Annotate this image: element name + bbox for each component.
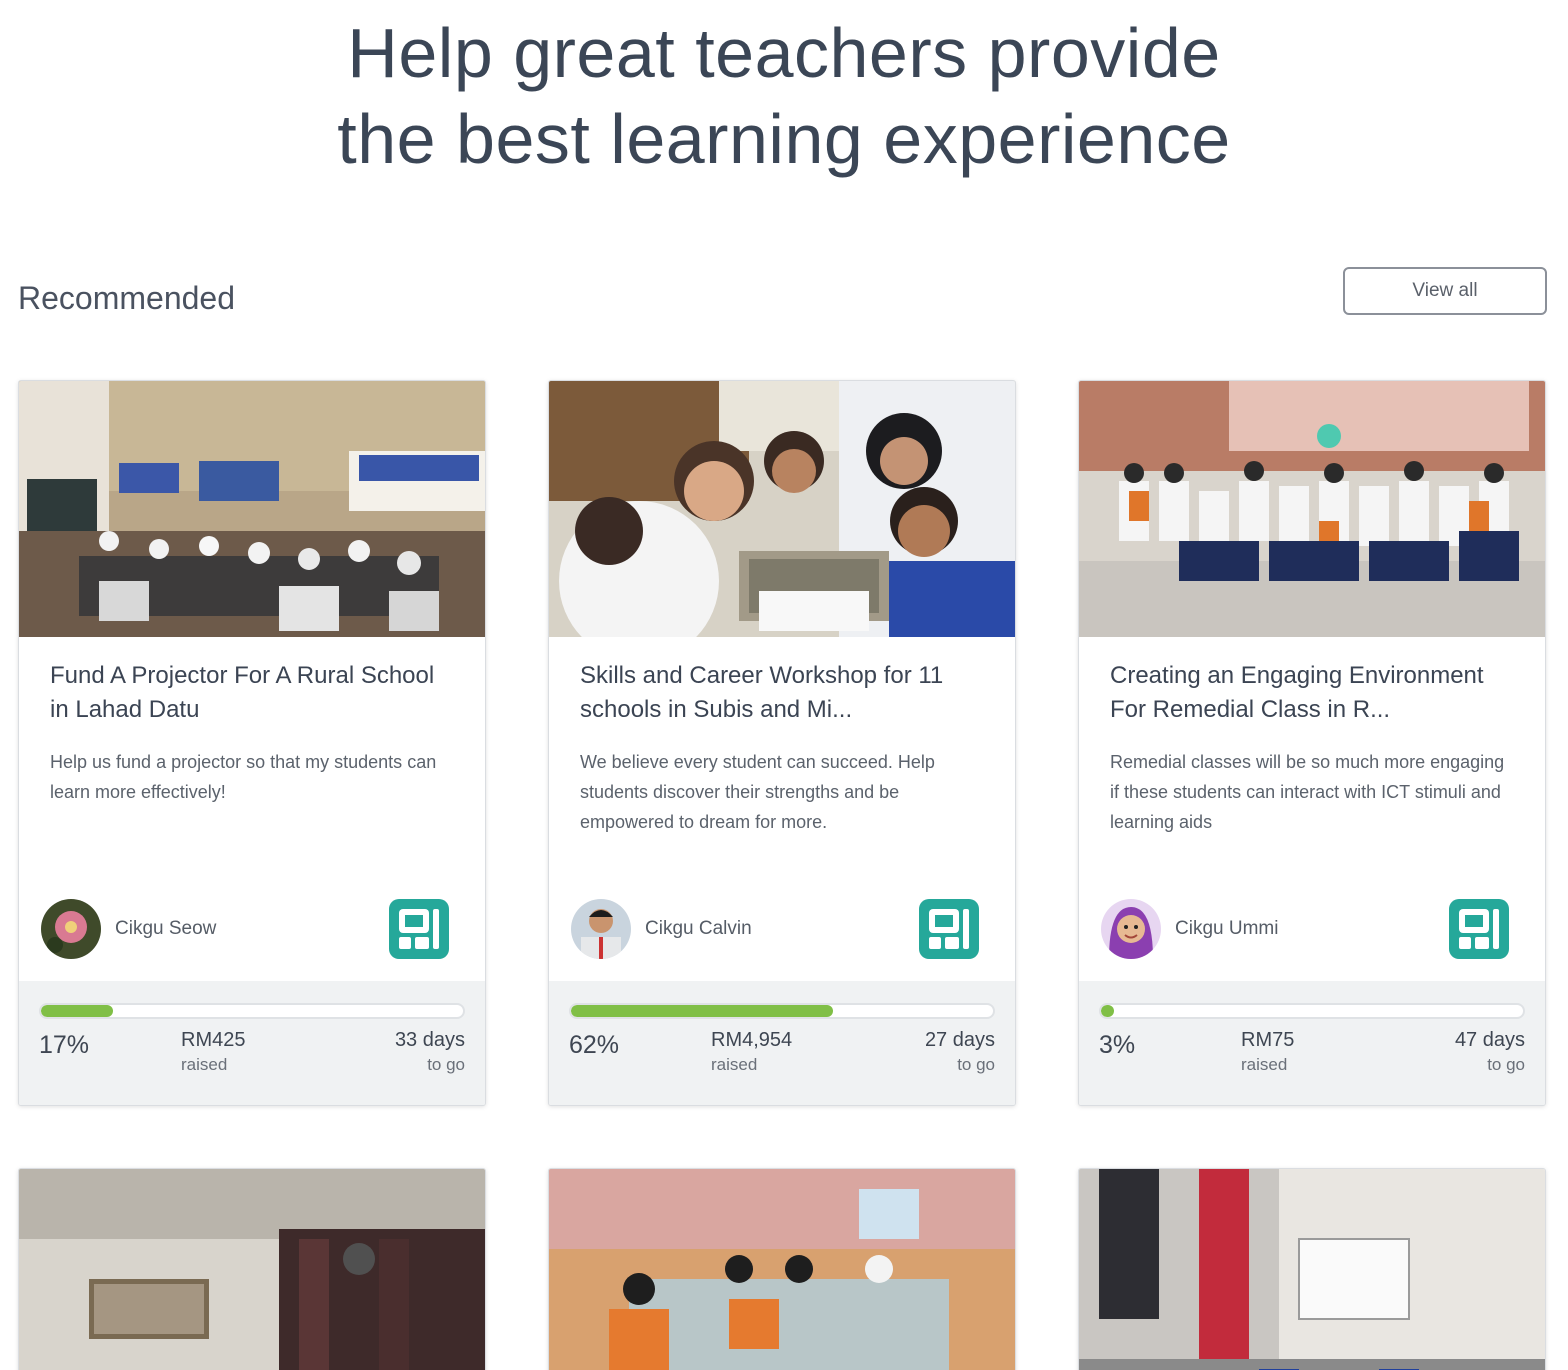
- percent-funded: 62%: [569, 1031, 620, 1059]
- project-description: We believe every student can succeed. He…: [580, 752, 935, 832]
- days-remaining: 27 days: [924, 1029, 995, 1051]
- tutor-badge-icon: [389, 899, 449, 959]
- percent-funded: 3%: [1099, 1031, 1136, 1059]
- project-photo[interactable]: [19, 381, 485, 637]
- days-remaining: 47 days: [1454, 1029, 1525, 1051]
- amount-raised: RM75: [1241, 1029, 1295, 1051]
- hero-line-1: Help great teachers provide: [347, 14, 1221, 92]
- project-description: Remedial classes will be so much more en…: [1110, 752, 1505, 832]
- amount-label: raised: [181, 1055, 228, 1074]
- project-title[interactable]: Skills and Career Workshop for 11 school…: [580, 659, 985, 727]
- tutor-badge-icon: [1449, 899, 1509, 959]
- view-all-button[interactable]: View all: [1343, 267, 1547, 315]
- project-title[interactable]: Creating an Engaging Environment For Rem…: [1110, 659, 1515, 727]
- project-photo[interactable]: [1079, 381, 1545, 637]
- project-photo[interactable]: [19, 1169, 485, 1370]
- teacher-name[interactable]: Cikgu Calvin: [645, 918, 752, 940]
- progress-fill: [1101, 1005, 1114, 1017]
- teacher-name[interactable]: Cikgu Ummi: [1175, 918, 1278, 940]
- teacher-avatar[interactable]: [571, 899, 631, 959]
- progress-bar: [1099, 1003, 1525, 1019]
- project-description: Help us fund a projector so that my stud…: [50, 752, 437, 802]
- amount-raised: RM4,954: [711, 1029, 793, 1051]
- amount-label: raised: [711, 1055, 758, 1074]
- percent-funded: 17%: [39, 1031, 90, 1059]
- amount-raised: RM425: [181, 1029, 246, 1051]
- project-title[interactable]: Fund A Projector For A Rural School in L…: [50, 659, 455, 727]
- project-card[interactable]: Creating an Engaging Environment For Rem…: [1078, 380, 1546, 1106]
- teacher-name[interactable]: Cikgu Seow: [115, 918, 216, 940]
- hero-line-2: the best learning experience: [337, 100, 1231, 178]
- section-title: Recommended: [18, 280, 235, 316]
- progress-bar: [39, 1003, 465, 1019]
- days-label: to go: [957, 1055, 995, 1074]
- days-label: to go: [1487, 1055, 1525, 1074]
- days-remaining: 33 days: [394, 1029, 465, 1051]
- project-card[interactable]: Skills and Career Workshop for 11 school…: [548, 380, 1016, 1106]
- project-card[interactable]: [548, 1168, 1016, 1370]
- hero-heading: Help great teachers provide the best lea…: [0, 10, 1568, 182]
- project-photo[interactable]: [549, 1169, 1015, 1370]
- tutor-badge-icon: [919, 899, 979, 959]
- project-photo[interactable]: [1079, 1169, 1545, 1370]
- project-card[interactable]: [18, 1168, 486, 1370]
- teacher-avatar[interactable]: [41, 899, 101, 959]
- days-label: to go: [427, 1055, 465, 1074]
- progress-bar: [569, 1003, 995, 1019]
- teacher-avatar[interactable]: [1101, 899, 1161, 959]
- project-photo[interactable]: [549, 381, 1015, 637]
- project-card[interactable]: Fund A Projector For A Rural School in L…: [18, 380, 486, 1106]
- amount-label: raised: [1241, 1055, 1288, 1074]
- progress-fill: [571, 1005, 833, 1017]
- project-card[interactable]: [1078, 1168, 1546, 1370]
- progress-fill: [41, 1005, 113, 1017]
